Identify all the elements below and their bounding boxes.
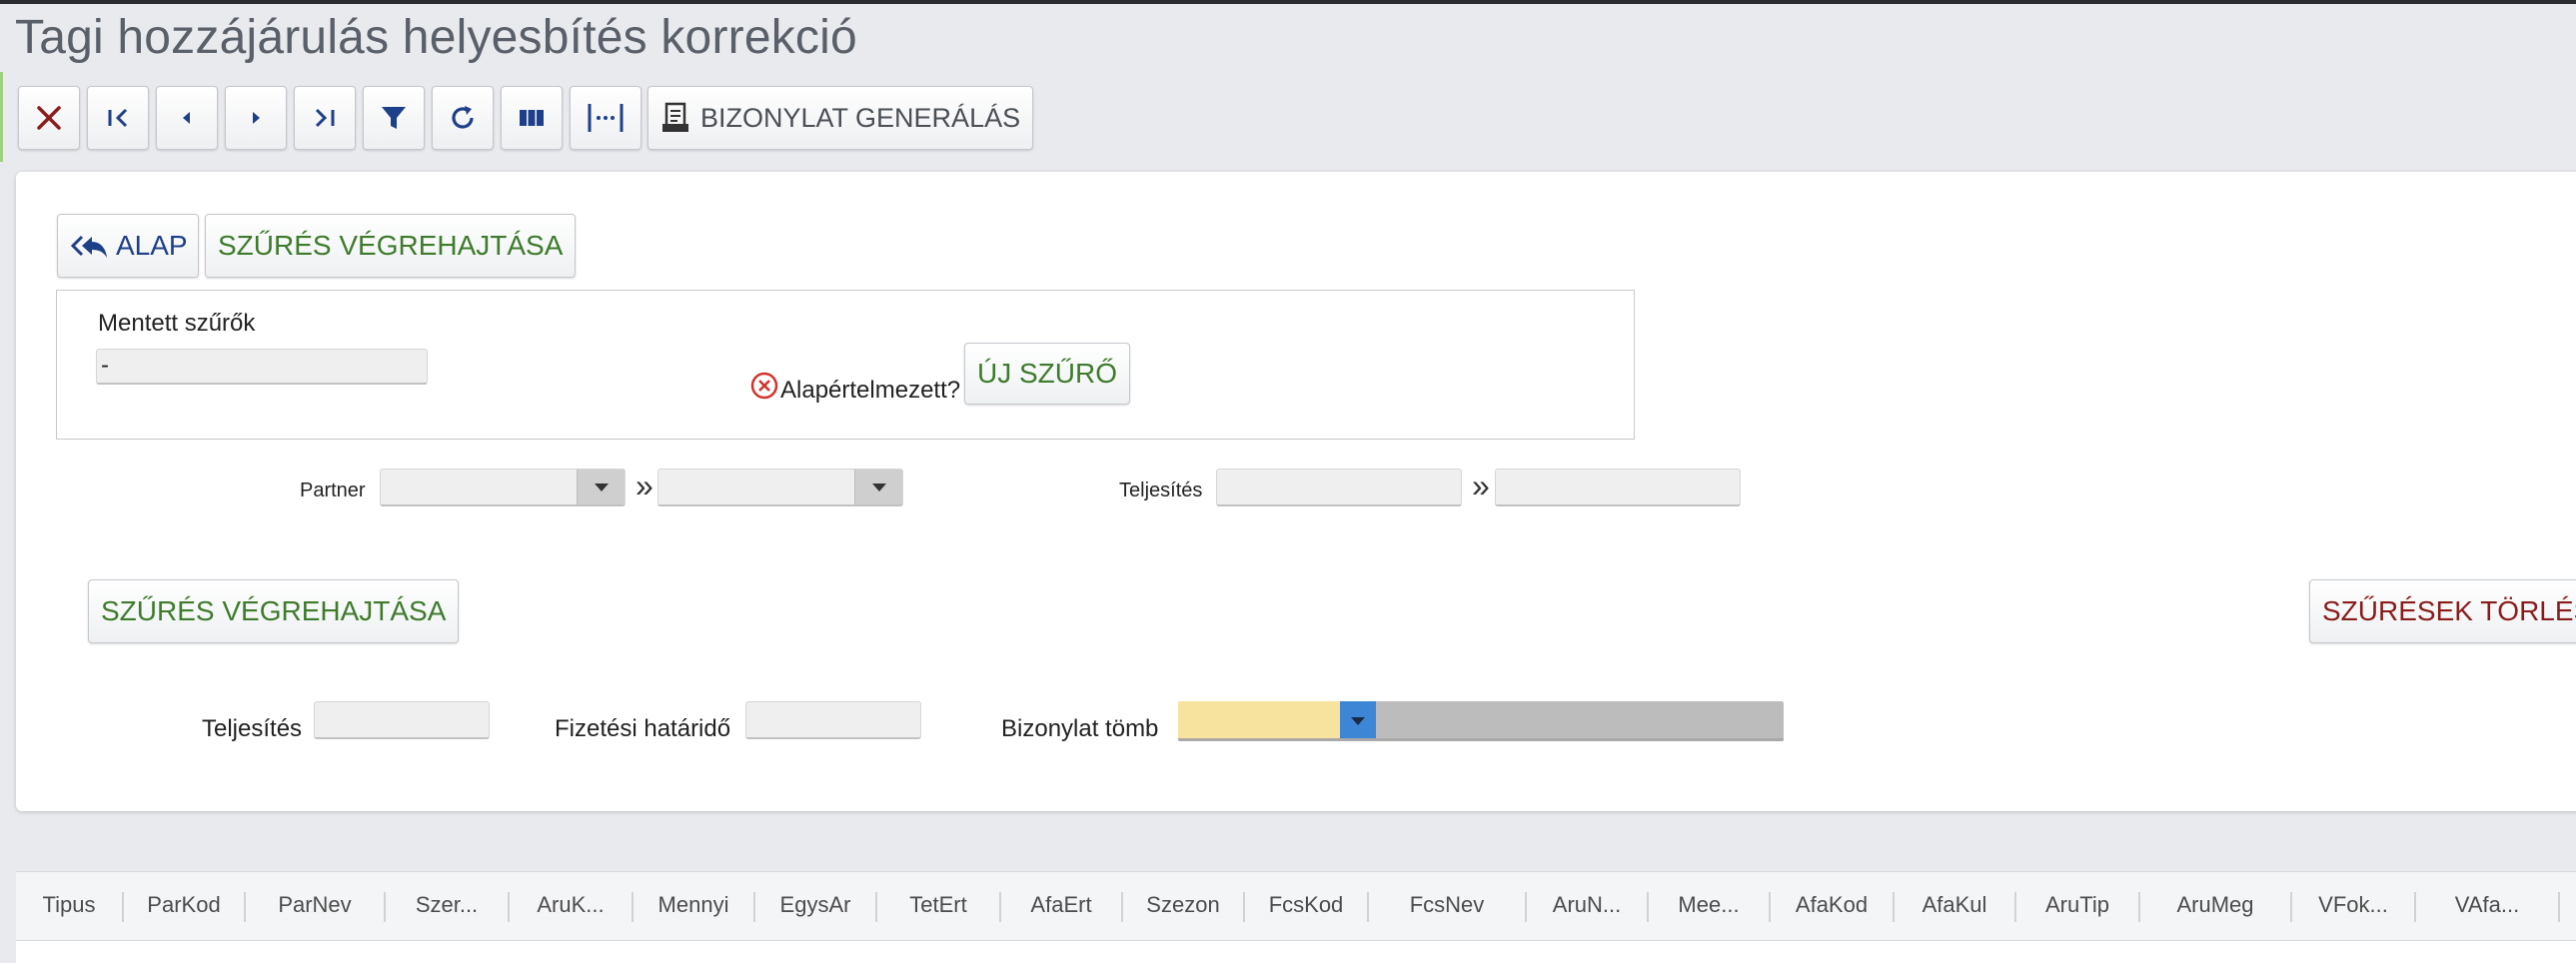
column-header[interactable]: ParNev xyxy=(246,892,386,922)
column-header[interactable]: EgysAr xyxy=(755,892,877,922)
saved-filters-label: Mentett szűrők xyxy=(98,310,256,337)
column-header[interactable]: VAfa... xyxy=(2416,892,2560,922)
column-header[interactable]: AfaKod xyxy=(1771,892,1895,922)
refresh-button[interactable] xyxy=(432,86,494,150)
last-record-icon xyxy=(315,108,335,128)
new-filter-label: ÚJ SZŰRŐ xyxy=(977,358,1117,389)
teljesites-range-label: Teljesítés xyxy=(1119,480,1203,501)
filter-panel: ALAP SZŰRÉS VÉGREHAJTÁSA Mentett szűrők … xyxy=(16,172,2576,811)
column-header[interactable]: AfaKul xyxy=(1895,892,2016,922)
previous-record-button[interactable] xyxy=(156,86,218,150)
columns-button[interactable] xyxy=(501,86,563,150)
partner-from-combo[interactable] xyxy=(380,469,626,506)
column-header[interactable]: AruTip xyxy=(2016,892,2140,922)
circle-x-icon[interactable] xyxy=(749,371,779,401)
close-button[interactable] xyxy=(18,86,80,150)
previous-record-icon xyxy=(183,112,190,124)
page-title: Tagi hozzájárulás helyesbítés korrekció xyxy=(15,11,857,64)
column-header[interactable]: Mennyi xyxy=(634,892,755,922)
range-separator: » xyxy=(636,468,653,503)
chevron-down-icon[interactable] xyxy=(854,470,902,504)
column-header[interactable]: ParKod xyxy=(124,892,246,922)
document-print-icon xyxy=(660,102,690,134)
column-header[interactable]: AruMeg xyxy=(2140,892,2292,922)
close-icon xyxy=(37,106,61,130)
grid-body xyxy=(16,941,2576,963)
filter-button[interactable] xyxy=(363,86,425,150)
saved-filters-box: Mentett szűrők - Alapértelmezett? ÚJ SZŰ… xyxy=(56,290,1635,440)
alap-label: ALAP xyxy=(116,230,188,261)
chevron-down-icon[interactable] xyxy=(1340,701,1376,741)
window-top-bar xyxy=(0,0,2576,4)
columns-icon xyxy=(520,110,544,126)
execute-filter-button-top[interactable]: SZŰRÉS VÉGREHAJTÁSA xyxy=(205,214,577,278)
default-filter-label: Alapértelmezett? xyxy=(780,377,961,404)
chevron-down-icon[interactable] xyxy=(577,470,625,504)
column-header[interactable]: Szer... xyxy=(386,892,510,922)
execute-filter-button[interactable]: SZŰRÉS VÉGREHAJTÁSA xyxy=(88,579,460,643)
first-record-button[interactable] xyxy=(87,86,149,150)
filter-icon xyxy=(382,107,406,129)
execute-filter-label: SZŰRÉS VÉGREHAJTÁSA xyxy=(218,230,564,261)
clear-filters-label: SZŰRÉSEK TÖRLÉS xyxy=(2322,595,2576,626)
generate-document-label: BIZONYLAT GENERÁLÁS xyxy=(700,102,1021,133)
column-header[interactable]: Tipus xyxy=(16,892,124,922)
column-header[interactable]: TetErt xyxy=(877,892,1001,922)
clear-filters-button[interactable]: SZŰRÉSEK TÖRLÉS xyxy=(2309,579,2576,643)
new-filter-button[interactable]: ÚJ SZŰRŐ xyxy=(964,343,1130,405)
param-teljesites-input[interactable] xyxy=(314,701,490,739)
fizetesi-hatarido-input[interactable] xyxy=(745,701,921,739)
column-header[interactable]: AruK... xyxy=(510,892,634,922)
alap-button[interactable]: ALAP xyxy=(57,214,199,278)
saved-filters-select[interactable]: - xyxy=(96,349,428,385)
range-separator: » xyxy=(1472,468,1490,503)
bizonylat-tomb-description xyxy=(1376,701,1784,741)
side-indicator xyxy=(0,72,3,162)
combo-underline xyxy=(1178,738,1784,741)
partner-label: Partner xyxy=(300,480,366,501)
execute-filter-label: SZŰRÉS VÉGREHAJTÁSA xyxy=(101,595,447,626)
teljesites-from-input[interactable] xyxy=(1216,469,1462,506)
next-record-icon xyxy=(253,112,260,124)
column-header[interactable]: FcsKod xyxy=(1245,892,1369,922)
refresh-icon xyxy=(452,106,474,129)
column-header[interactable]: AruN... xyxy=(1527,892,1649,922)
column-header[interactable]: AfaErt xyxy=(1001,892,1123,922)
bizonylat-tomb-combo[interactable] xyxy=(1178,701,1784,741)
bizonylat-tomb-value[interactable] xyxy=(1178,701,1340,741)
grid-header: Tipus ParKod ParNev Szer... AruK... Menn… xyxy=(16,871,2576,941)
last-record-button[interactable] xyxy=(294,86,356,150)
column-header[interactable]: VFok... xyxy=(2292,892,2416,922)
teljesites-to-input[interactable] xyxy=(1495,469,1741,506)
reply-all-icon xyxy=(70,231,110,261)
fizetesi-hatarido-label: Fizetési határidő xyxy=(555,715,731,742)
param-teljesites-label: Teljesítés xyxy=(202,715,303,742)
first-record-icon xyxy=(108,108,128,128)
column-width-icon xyxy=(588,104,624,132)
column-header[interactable]: Szezon xyxy=(1123,892,1245,922)
generate-document-button[interactable]: BIZONYLAT GENERÁLÁS xyxy=(647,86,1034,150)
column-header[interactable]: FcsNev xyxy=(1369,892,1527,922)
bizonylat-tomb-label: Bizonylat tömb xyxy=(1001,715,1159,742)
column-header[interactable]: Mee... xyxy=(1649,892,1771,922)
column-width-button[interactable] xyxy=(570,86,642,150)
next-record-button[interactable] xyxy=(225,86,287,150)
partner-to-combo[interactable] xyxy=(657,469,903,506)
